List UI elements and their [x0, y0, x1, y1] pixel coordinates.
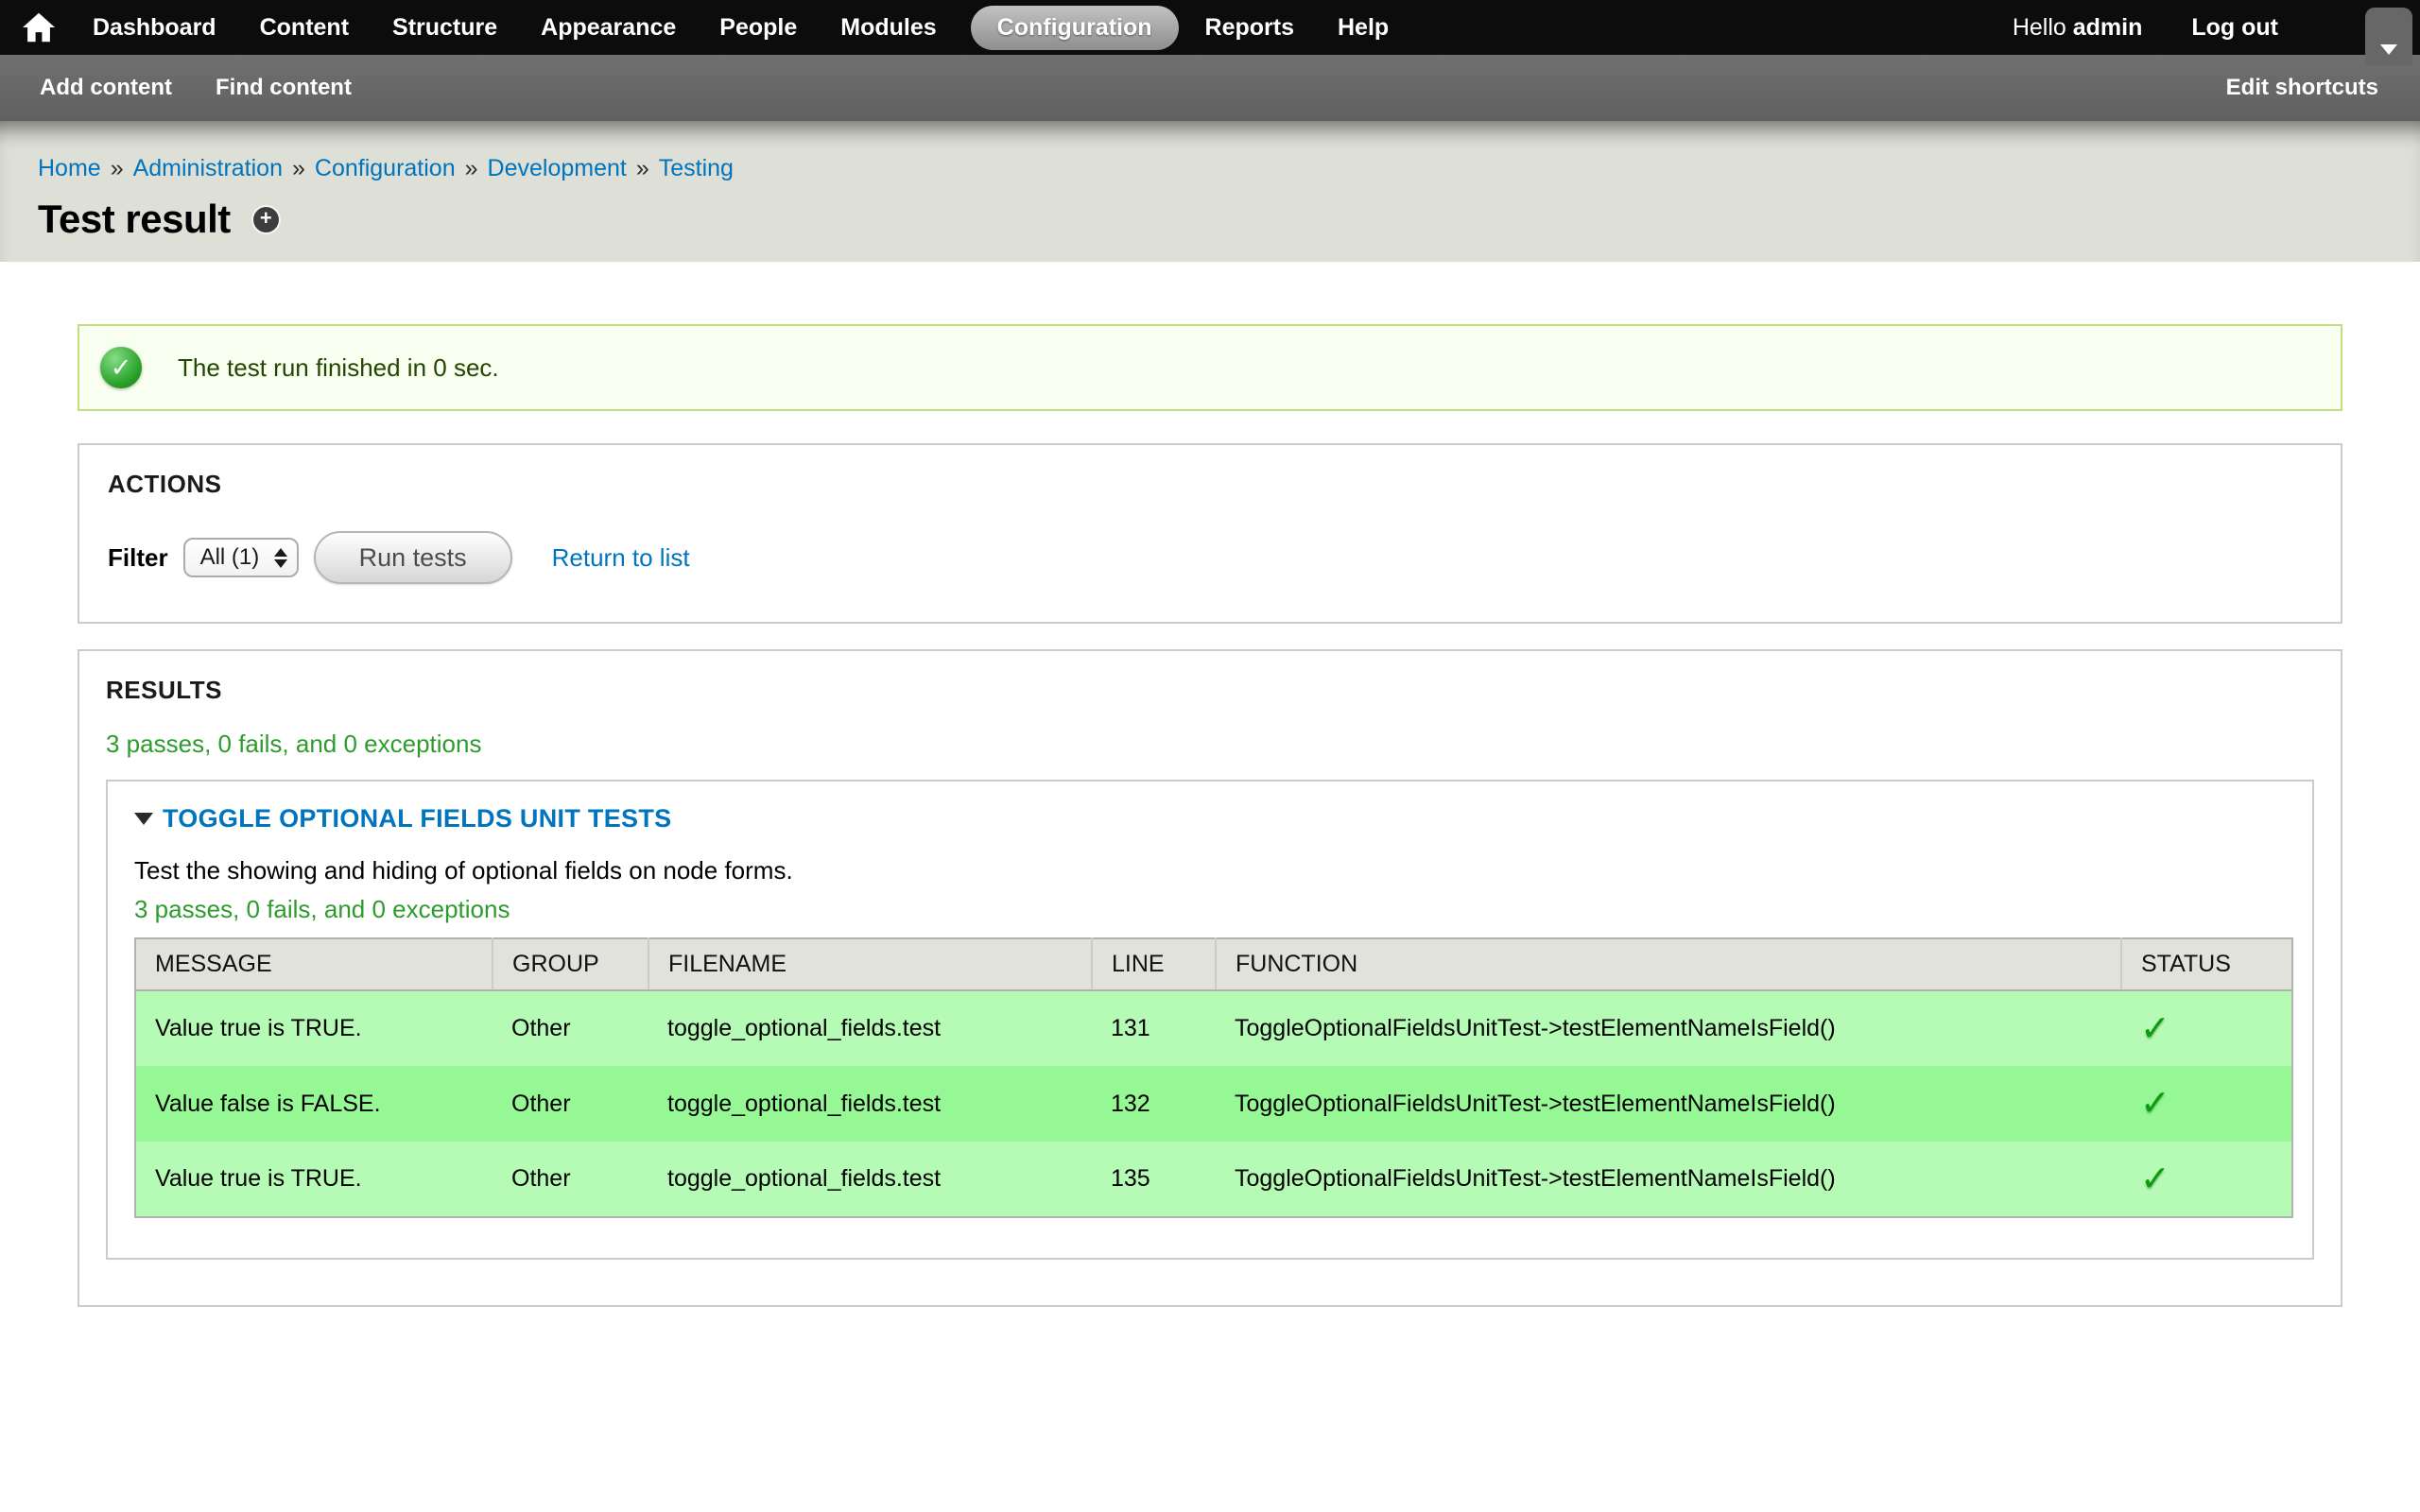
breadcrumb-separator: »	[111, 155, 124, 181]
function-cell: ToggleOptionalFieldsUnitTest->testElemen…	[1216, 990, 2121, 1066]
results-table-header-cell: FILENAME	[648, 938, 1092, 990]
test-group-fieldset: TOGGLE OPTIONAL FIELDS UNIT TESTS Test t…	[106, 780, 2314, 1260]
pass-check-icon: ✓	[2140, 1160, 2170, 1199]
breadcrumb-link[interactable]: Home	[38, 155, 101, 181]
toolbar-toggle-button[interactable]	[2365, 8, 2412, 66]
status-cell: ✓	[2121, 990, 2292, 1066]
toolbar-menu-item[interactable]: Structure	[392, 6, 497, 50]
status-message-text: The test run finished in 0 sec.	[178, 353, 499, 383]
status-message: The test run finished in 0 sec.	[78, 324, 2342, 411]
group-cell: Other	[493, 990, 648, 1066]
test-group-title-link[interactable]: TOGGLE OPTIONAL FIELDS UNIT TESTS	[163, 804, 671, 833]
top-bars: Dashboard Content Structure Appearance Peopl…	[0, 0, 2420, 121]
filter-select[interactable]: All (1)	[183, 538, 299, 577]
breadcrumb-link[interactable]: Configuration	[315, 155, 456, 181]
shortcut-item[interactable]: Add content	[40, 75, 172, 100]
function-cell: ToggleOptionalFieldsUnitTest->testElemen…	[1216, 1142, 2121, 1217]
group-cell: Other	[493, 1066, 648, 1142]
test-group-toggle[interactable]: TOGGLE OPTIONAL FIELDS UNIT TESTS	[134, 804, 2286, 833]
status-cell: ✓	[2121, 1066, 2292, 1142]
toolbar-right: Hello admin Log out	[2013, 14, 2278, 42]
toolbar-menu-item[interactable]: Help	[1338, 6, 1389, 50]
main-content: The test run finished in 0 sec. ACTIONS …	[0, 262, 2420, 1307]
table-row: Value false is FALSE. Other toggle_optio…	[135, 1066, 2292, 1142]
admin-toolbar: Dashboard Content Structure Appearance Peopl…	[0, 0, 2420, 55]
shortcut-links: Add content Find content	[40, 75, 395, 101]
toolbar-menu-item[interactable]: People	[719, 6, 797, 50]
breadcrumb-separator: »	[636, 155, 649, 181]
function-cell: ToggleOptionalFieldsUnitTest->testElemen…	[1216, 1066, 2121, 1142]
message-cell: Value true is TRUE.	[135, 990, 493, 1066]
add-shortcut-icon[interactable]	[253, 207, 279, 232]
filename-cell: toggle_optional_fields.test	[648, 1142, 1092, 1217]
shortcut-bar: Add content Find content Edit shortcuts	[0, 55, 2420, 121]
breadcrumb-separator: »	[292, 155, 305, 181]
group-cell: Other	[493, 1142, 648, 1217]
toolbar-menu-item[interactable]: Dashboard	[93, 6, 216, 50]
select-arrows-icon	[274, 548, 287, 568]
results-table-header-cell: MESSAGE	[135, 938, 493, 990]
home-icon[interactable]	[23, 12, 55, 43]
filter-row: Filter All (1) Run tests Return to list	[108, 531, 2312, 584]
toolbar-menu-item[interactable]: Appearance	[541, 6, 676, 50]
collapse-arrow-icon[interactable]	[134, 813, 153, 825]
table-row: Value true is TRUE. Other toggle_optiona…	[135, 1142, 2292, 1217]
filter-label: Filter	[108, 543, 168, 573]
message-cell: Value false is FALSE.	[135, 1066, 493, 1142]
shortcut-item[interactable]: Find content	[216, 75, 352, 100]
line-cell: 132	[1092, 1066, 1216, 1142]
filename-cell: toggle_optional_fields.test	[648, 990, 1092, 1066]
breadcrumb-separator: »	[465, 155, 478, 181]
actions-legend: ACTIONS	[108, 470, 2312, 499]
logout-link[interactable]: Log out	[2191, 14, 2278, 42]
table-row: Value true is TRUE. Other toggle_optiona…	[135, 990, 2292, 1066]
pass-check-icon: ✓	[2140, 1009, 2170, 1049]
line-cell: 131	[1092, 990, 1216, 1066]
results-table-header-cell: LINE	[1092, 938, 1216, 990]
filename-cell: toggle_optional_fields.test	[648, 1066, 1092, 1142]
breadcrumb-link[interactable]: Testing	[659, 155, 734, 181]
pass-check-icon: ✓	[2140, 1084, 2170, 1124]
results-table-header-cell: STATUS	[2121, 938, 2292, 990]
breadcrumb-link[interactable]: Administration	[133, 155, 283, 181]
page-header: Home » Administration » Configuration » Develo…	[0, 121, 2420, 262]
toolbar-menu-item[interactable]: Configuration	[971, 6, 1179, 50]
breadcrumb: Home » Administration » Configuration » Develo…	[38, 153, 2382, 183]
greeting-text: Hello admin	[2013, 14, 2143, 42]
test-group-summary: 3 passes, 0 fails, and 0 exceptions	[134, 895, 2286, 924]
status-cell: ✓	[2121, 1142, 2292, 1217]
results-table: MESSAGEGROUPFILENAMELINEFUNCTIONSTATUS V…	[134, 937, 2293, 1218]
line-cell: 135	[1092, 1142, 1216, 1217]
toolbar-menu-item[interactable]: Modules	[840, 6, 936, 50]
page-title: Test result	[38, 197, 231, 242]
breadcrumb-link[interactable]: Development	[488, 155, 627, 181]
toolbar-menu: Dashboard Content Structure Appearance Peopl…	[93, 6, 1432, 50]
toolbar-menu-item[interactable]: Reports	[1205, 6, 1294, 50]
status-ok-icon	[100, 347, 142, 388]
results-legend: RESULTS	[106, 676, 2314, 705]
actions-fieldset: ACTIONS Filter All (1) Run tests Return …	[78, 443, 2342, 624]
message-cell: Value true is TRUE.	[135, 1142, 493, 1217]
run-tests-button[interactable]: Run tests	[314, 531, 512, 584]
chevron-down-icon	[2380, 44, 2397, 55]
edit-shortcuts-link[interactable]: Edit shortcuts	[2226, 75, 2378, 101]
results-table-header-row: MESSAGEGROUPFILENAMELINEFUNCTIONSTATUS	[135, 938, 2292, 990]
title-row: Test result	[38, 197, 2382, 242]
results-table-header-cell: FUNCTION	[1216, 938, 2121, 990]
results-fieldset: RESULTS 3 passes, 0 fails, and 0 excepti…	[78, 649, 2342, 1307]
results-summary: 3 passes, 0 fails, and 0 exceptions	[106, 730, 2314, 759]
toolbar-menu-item[interactable]: Content	[260, 6, 349, 50]
results-table-header-cell: GROUP	[493, 938, 648, 990]
results-table-body: Value true is TRUE. Other toggle_optiona…	[135, 990, 2292, 1217]
test-group-description: Test the showing and hiding of optional …	[134, 856, 2286, 885]
filter-select-value: All (1)	[200, 544, 260, 571]
username: admin	[2073, 14, 2143, 41]
return-to-list-link[interactable]: Return to list	[552, 543, 690, 573]
